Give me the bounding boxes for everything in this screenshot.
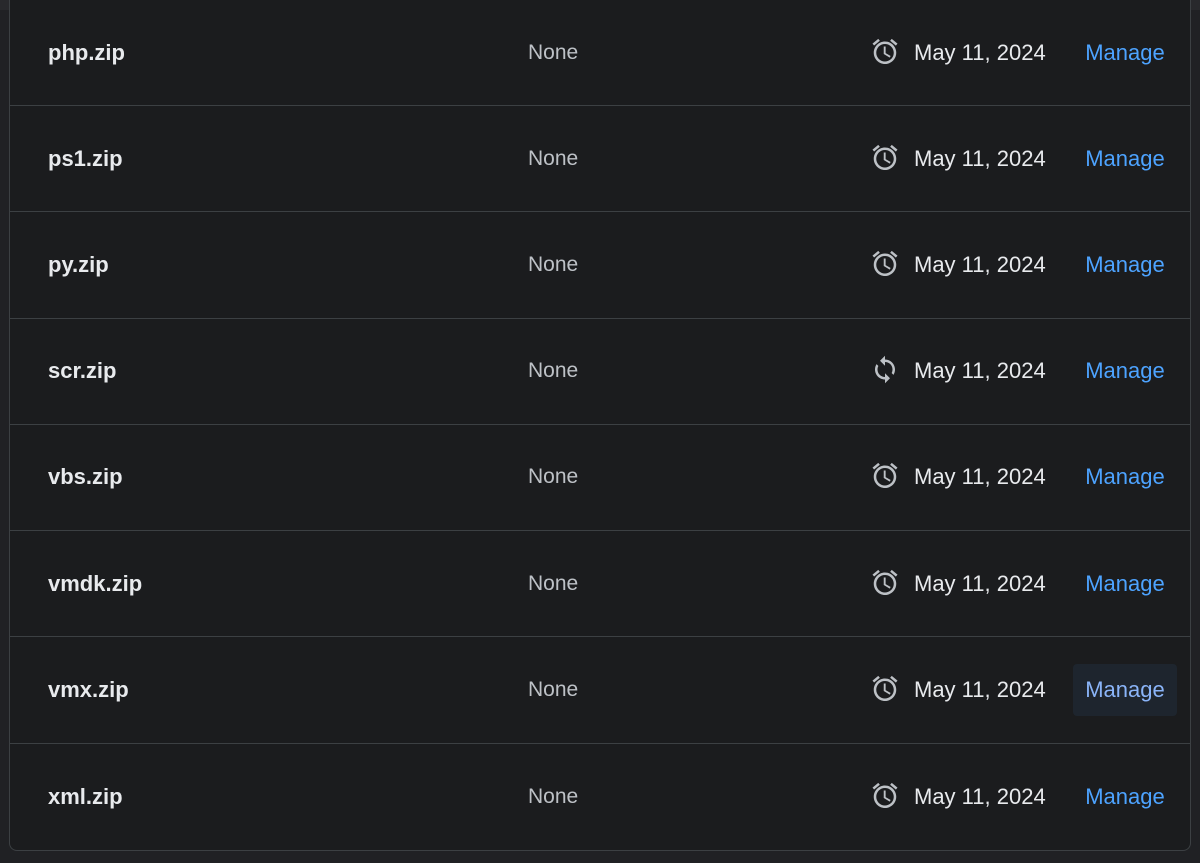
file-name: scr.zip [48,358,117,384]
file-list: php.zip None May 11, 2024 Manage ps1.zip… [10,0,1190,850]
table-row: vmdk.zip None May 11, 2024 Manage [10,531,1190,638]
file-type: None [528,677,579,701]
manage-button[interactable]: Manage [1073,239,1177,291]
file-name: py.zip [48,251,109,277]
file-type: None [528,465,579,489]
date-value: May 11, 2024 [914,145,1046,171]
manage-button[interactable]: Manage [1073,133,1177,185]
table-row: ps1.zip None May 11, 2024 Manage [10,106,1190,213]
date-value: May 11, 2024 [914,570,1046,596]
file-list-panel: php.zip None May 11, 2024 Manage ps1.zip… [9,0,1191,851]
table-row: vbs.zip None May 11, 2024 Manage [10,425,1190,531]
table-row: py.zip None May 11, 2024 Manage [10,212,1190,319]
alarm-icon [870,567,900,597]
file-name: vmdk.zip [48,570,143,596]
date-value: May 11, 2024 [914,676,1046,702]
manage-button[interactable]: Manage [1073,771,1177,823]
manage-button[interactable]: Manage [1073,451,1177,503]
manage-button[interactable]: Manage [1073,558,1177,610]
alarm-icon [870,673,900,703]
file-type: None [528,571,579,595]
file-type: None [528,359,579,383]
date-value: May 11, 2024 [914,251,1046,277]
alarm-icon [870,36,900,66]
file-type: None [528,784,579,808]
date-value: May 11, 2024 [914,783,1046,809]
table-row: vmx.zip None May 11, 2024 Manage [10,637,1190,744]
table-row: scr.zip None May 11, 2024 Manage [10,319,1190,425]
date-value: May 11, 2024 [914,39,1046,65]
date-value: May 11, 2024 [914,464,1046,490]
table-row: php.zip None May 11, 2024 Manage [10,0,1190,106]
sync-icon [870,355,900,385]
manage-button[interactable]: Manage [1073,345,1177,397]
manage-button[interactable]: Manage [1073,663,1177,716]
file-type: None [528,40,579,64]
file-type: None [528,252,579,276]
date-value: May 11, 2024 [914,358,1046,384]
file-name: xml.zip [48,783,123,809]
file-name: vbs.zip [48,464,123,490]
file-type: None [528,146,579,170]
alarm-icon [870,461,900,491]
table-row: xml.zip None May 11, 2024 Manage [10,744,1190,850]
file-name: php.zip [48,39,125,65]
alarm-icon [870,142,900,172]
file-name: ps1.zip [48,145,123,171]
alarm-icon [870,248,900,278]
alarm-icon [870,780,900,810]
file-name: vmx.zip [48,676,129,702]
manage-button[interactable]: Manage [1073,27,1177,79]
